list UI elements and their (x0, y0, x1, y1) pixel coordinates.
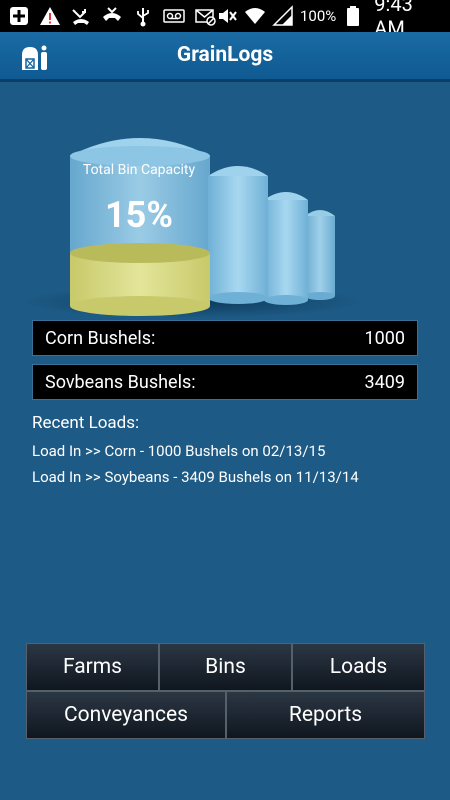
corn-bushels-row: Corn Bushels: 1000 (32, 320, 418, 356)
app-title: GrainLogs (176, 43, 274, 67)
reports-button[interactable]: Reports (226, 691, 425, 739)
corn-bushels-label: Corn Bushels: (45, 327, 156, 349)
soybeans-bushels-label: Sovbeans Bushels: (45, 371, 196, 393)
list-item[interactable]: Load In >> Corn - 1000 Bushels on 02/13/… (32, 440, 359, 466)
status-bar: 100% 9:43 AM (0, 0, 450, 40)
notification-icons (8, 5, 216, 27)
battery-icon (342, 5, 364, 27)
wifi-icon (244, 5, 266, 27)
no-mail-icon (194, 5, 216, 27)
soybeans-bushels-row: Sovbeans Bushels: 3409 (32, 364, 418, 400)
silo-3 (264, 192, 308, 305)
soybeans-bushels-value: 3409 (364, 371, 405, 393)
loads-button[interactable]: Loads (292, 643, 425, 691)
farms-button[interactable]: Farms (26, 643, 159, 691)
signal-icon (272, 5, 294, 27)
app-bar: GrainLogs (0, 32, 450, 82)
silo-2 (208, 166, 268, 304)
list-item[interactable]: Load In >> Soybeans - 3409 Bushels on 11… (32, 466, 359, 492)
recent-loads-title: Recent Loads: (32, 413, 140, 433)
recent-loads-list: Load In >> Corn - 1000 Bushels on 02/13/… (32, 440, 359, 492)
bottom-nav: Farms Bins Loads Conveyances Reports (26, 643, 425, 739)
conveyances-button[interactable]: Conveyances (26, 691, 226, 739)
battery-percent: 100% (300, 7, 337, 25)
capacity-label: Total Bin Capacity (82, 162, 196, 178)
voicemail-icon (163, 5, 185, 27)
capacity-value: 15% (105, 194, 173, 236)
plus-icon (8, 5, 30, 27)
mute-icon (216, 5, 238, 27)
capacity-illustration: Total Bin Capacity 15% (22, 110, 382, 320)
warning-icon (39, 5, 61, 27)
corn-bushels-value: 1000 (364, 327, 405, 349)
usb-icon (132, 5, 154, 27)
bins-button[interactable]: Bins (159, 643, 292, 691)
missed-call-icon (70, 5, 92, 27)
silo-4 (305, 210, 335, 300)
call-icon (101, 5, 123, 27)
